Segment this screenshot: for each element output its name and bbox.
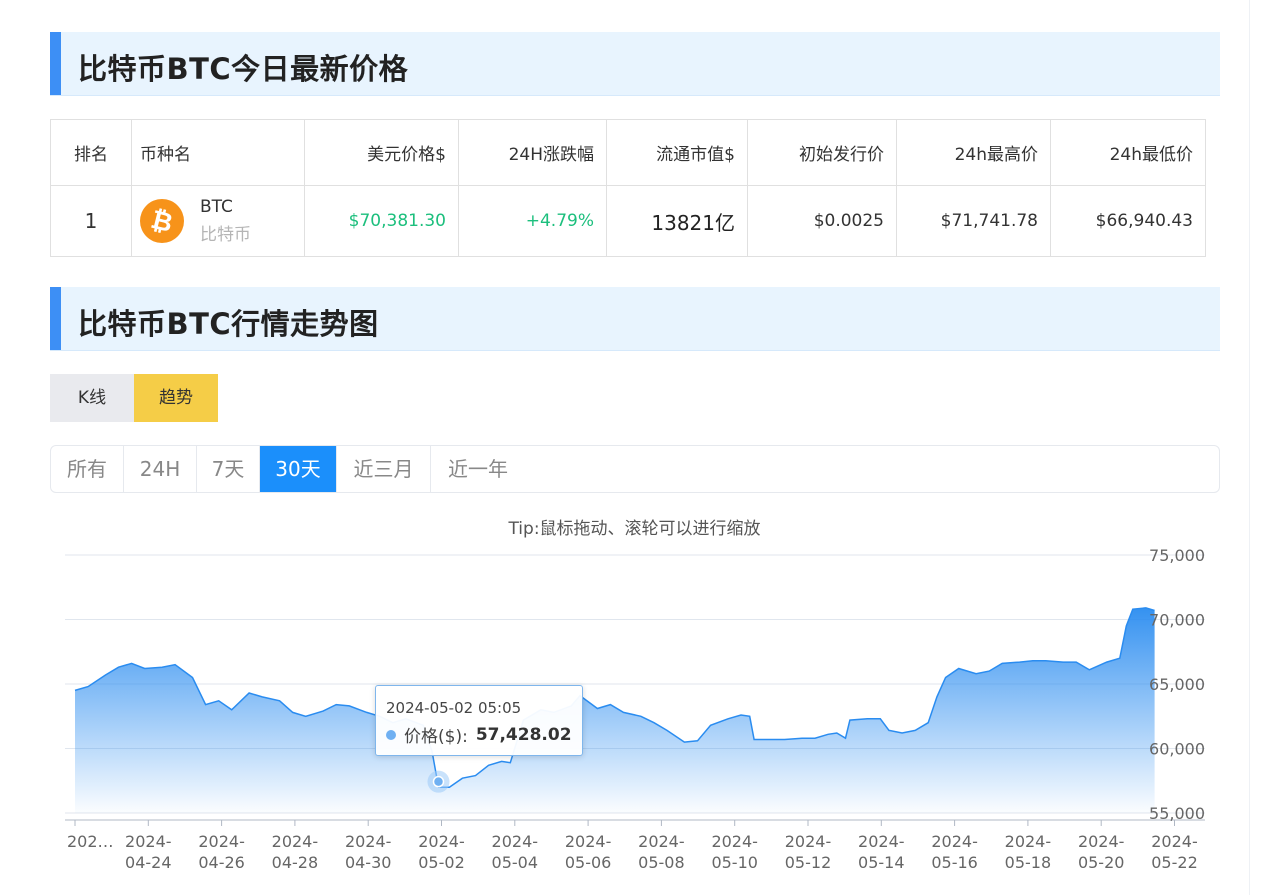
x-tick-label: 2024-05-06: [565, 832, 612, 872]
section-accent-bar: [50, 32, 61, 95]
bitcoin-icon: ₿: [140, 199, 184, 243]
price-area-fill: [75, 607, 1155, 813]
price-table: 排名 币种名 美元价格$ 24H涨跌幅 流通市值$ 初始发行价 24h最高价 2…: [50, 119, 1206, 257]
header-market-cap: 流通市值$: [606, 119, 748, 186]
cell-24h-low: $66,940.43: [1050, 185, 1206, 257]
cell-24h-change: +4.79%: [458, 185, 607, 257]
cell-rank: 1: [50, 185, 132, 257]
x-tick-label: 2024-04-28: [272, 832, 319, 872]
chart-section-title: 比特币BTC行情走势图: [78, 307, 379, 341]
cell-coin[interactable]: ₿ BTC 比特币: [131, 185, 305, 257]
tab-range-7d[interactable]: 7天: [197, 446, 260, 492]
price-tooltip: 2024-05-02 05:05 价格($): 57,428.02: [375, 685, 583, 756]
x-tick-label: 2024-05-12: [785, 832, 832, 872]
section-accent-bar: [50, 287, 61, 350]
cell-24h-high: $71,741.78: [896, 185, 1051, 257]
hover-marker-dot: [432, 775, 445, 788]
price-section-title: 比特币BTC今日最新价格: [78, 52, 409, 86]
table-header-row: 排名 币种名 美元价格$ 24H涨跌幅 流通市值$ 初始发行价 24h最高价 2…: [50, 119, 1206, 186]
x-tick-label: 202…: [67, 832, 114, 851]
x-tick-label: 2024-05-16: [931, 832, 978, 872]
y-tick-label: 55,000: [1149, 804, 1205, 823]
x-tick-label: 2024-05-04: [492, 832, 539, 872]
y-tick-label: 60,000: [1149, 740, 1205, 759]
x-tick-label: 2024-05-10: [711, 832, 758, 872]
tab-trend[interactable]: 趋势: [134, 374, 218, 422]
coin-name-cn: 比特币: [200, 225, 251, 245]
tab-range-all[interactable]: 所有: [51, 446, 124, 492]
tab-range-30d[interactable]: 30天: [260, 446, 337, 492]
svg-text:₿: ₿: [148, 205, 176, 239]
y-tick-label: 70,000: [1149, 611, 1205, 630]
cell-initial-price: $0.0025: [747, 185, 897, 257]
price-section-header: 比特币BTC今日最新价格: [50, 32, 1220, 96]
tab-range-24h[interactable]: 24H: [124, 446, 197, 492]
x-tick-label: 2024-05-22: [1151, 832, 1198, 872]
x-tick-label: 2024-05-08: [638, 832, 685, 872]
header-usd-price: 美元价格$: [304, 119, 459, 186]
header-initial-price: 初始发行价: [747, 119, 897, 186]
tab-range-3m[interactable]: 近三月: [337, 446, 431, 492]
y-tick-label: 75,000: [1149, 546, 1205, 565]
x-tick-label: 2024-05-02: [418, 832, 465, 872]
range-tabs: 所有 24H 7天 30天 近三月 近一年: [50, 445, 1220, 493]
x-tick-label: 2024-04-26: [198, 832, 245, 872]
cell-price: $70,381.30: [304, 185, 459, 257]
tooltip-label: 价格($):: [404, 727, 468, 747]
tab-kline[interactable]: K线: [50, 374, 134, 422]
header-24h-high: 24h最高价: [896, 119, 1051, 186]
tab-range-1y[interactable]: 近一年: [431, 446, 525, 492]
y-tick-label: 65,000: [1149, 675, 1205, 694]
price-trend-chart[interactable]: 55,000 60,000 65,000 70,000 75,000 202… 2024-0…: [0, 540, 1269, 895]
x-tick-label: 2024-04-24: [125, 832, 172, 872]
header-24h-change: 24H涨跌幅: [458, 119, 607, 186]
header-coin-name: 币种名: [131, 119, 305, 186]
chart-type-tabs: K线 趋势: [50, 374, 218, 422]
table-row[interactable]: 1 ₿ BTC 比特币 $70,381.30 +4.79% 13821亿 $0.…: [50, 185, 1206, 257]
cell-market-cap: 13821亿: [606, 185, 748, 257]
x-tick-label: 2024-05-20: [1078, 832, 1125, 872]
tooltip-series-dot: [386, 729, 396, 740]
header-24h-low: 24h最低价: [1050, 119, 1206, 186]
chart-section-header: 比特币BTC行情走势图: [50, 287, 1220, 351]
tooltip-value: 57,428.02: [475, 724, 572, 745]
x-tick-label: 2024-05-14: [858, 832, 905, 872]
x-tick-label: 2024-05-18: [1005, 832, 1052, 872]
zoom-tip: Tip:鼠标拖动、滚轮可以进行缩放: [508, 519, 761, 539]
coin-symbol: BTC: [200, 197, 233, 217]
x-tick-label: 2024-04-30: [345, 832, 392, 872]
header-rank: 排名: [50, 119, 132, 186]
tooltip-time: 2024-05-02 05:05: [386, 699, 522, 717]
